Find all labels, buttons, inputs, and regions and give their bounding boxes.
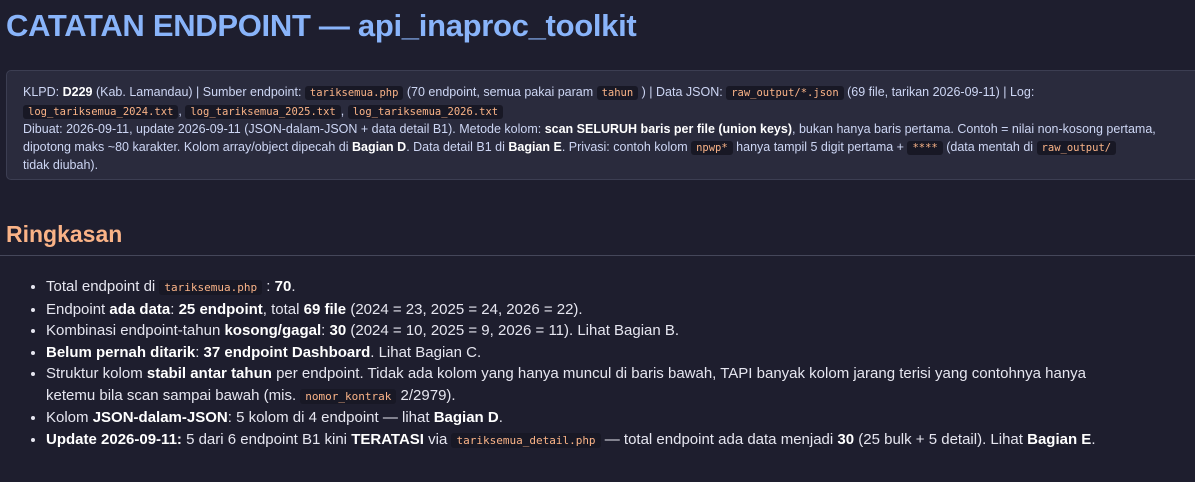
item-text: Struktur kolom	[46, 365, 147, 382]
bagian-d-ref: Bagian D	[352, 139, 407, 154]
item-bold: Bagian E	[1027, 430, 1092, 448]
item-text: 2/2979).	[396, 386, 456, 404]
mask-code: ****	[907, 140, 943, 155]
param-code: tahun	[596, 86, 639, 100]
item-text: :	[321, 322, 330, 339]
item-bold: 70	[274, 278, 292, 295]
info-line-source: KLPD: D229 (Kab. Lamandau) | Sumber endp…	[23, 84, 1195, 103]
json-desc: (69 file, tarikan 2026-09-11) | Log:	[843, 85, 1035, 99]
item-text: Kombinasi endpoint-tahun	[46, 322, 225, 339]
info-line-end: tidak diubah).	[23, 158, 99, 172]
item-text: (25 bulk + 5 detail). Lihat	[854, 430, 1028, 448]
item-text: ketemu bila scan sampai bawah (mis.	[46, 386, 301, 404]
item-bold: ada data	[109, 300, 171, 318]
item-text: : 5 kolom di 4 endpoint — lihat	[227, 409, 434, 426]
item-text: :	[170, 300, 179, 318]
log-sep: ,	[340, 103, 348, 118]
item-text: , total	[262, 300, 304, 318]
list-item: Kolom JSON-dalam-JSON: 5 kolom di 4 endp…	[46, 407, 1195, 429]
item-text: (2024 = 10, 2025 = 9, 2026 = 11). Lihat …	[346, 322, 680, 339]
summary-list: Total endpoint di tariksemua.php : 70. E…	[26, 276, 1195, 451]
npwp-code: npwp*	[691, 140, 733, 155]
item-text: .	[498, 409, 503, 426]
privacy-text: . Privasi: contoh kolom	[561, 139, 692, 154]
bagian-e-ref: Bagian E	[508, 139, 562, 154]
list-item: Endpoint ada data: 25 endpoint, total 69…	[46, 299, 1195, 321]
privacy-text: hanya tampil 5 digit pertama +	[732, 139, 908, 154]
item-bold: 69 file	[303, 300, 347, 318]
item-bold: 25 endpoint	[178, 300, 263, 318]
info-line-method: Dibuat: 2026-09-11, update 2026-09-11 (J…	[23, 121, 1195, 139]
inline-code: tariksemua.php	[159, 280, 263, 295]
item-text: :	[195, 343, 204, 361]
item-bold: stabil antar tahun	[146, 365, 272, 382]
klpd-code: D229	[62, 85, 93, 99]
source-file-code: tariksemua.php	[304, 86, 404, 100]
item-bold: Bagian D	[433, 409, 499, 426]
klpd-label: KLPD:	[23, 85, 63, 99]
privacy-text: . Data detail B1 di	[406, 139, 509, 154]
item-bold: JSON-dalam-JSON	[92, 409, 228, 426]
source-desc: (70 endpoint, semua pakai param	[403, 85, 597, 99]
item-text: (2024 = 23, 2025 = 24, 2026 = 22).	[346, 300, 583, 318]
inline-code: tariksemua_detail.php	[451, 432, 601, 448]
inline-code: nomor_kontrak	[300, 388, 397, 404]
item-text: Kolom	[46, 409, 93, 426]
page-title: CATATAN ENDPOINT — api_inaproc_toolkit	[6, 8, 637, 43]
item-bold: kosong/gagal	[224, 322, 322, 339]
json-label: ) | Data JSON:	[638, 85, 727, 99]
item-text: via	[423, 430, 452, 448]
item-text: :	[262, 278, 275, 295]
item-text: Total endpoint di	[46, 278, 160, 295]
item-bold: 37 endpoint Dashboard	[203, 343, 371, 361]
klpd-name: (Kab. Lamandau) | Sumber endpoint:	[92, 85, 305, 99]
item-text: per endpoint. Tidak ada kolom yang hanya…	[271, 365, 1087, 382]
item-bold: Update 2026-09-11:	[46, 430, 182, 448]
log-file-2025: log_tariksemua_2025.txt	[185, 104, 341, 119]
item-bold: Belum pernah ditarik	[46, 343, 196, 361]
info-box: KLPD: D229 (Kab. Lamandau) | Sumber endp…	[6, 70, 1195, 180]
info-line-privacy: dipotong maks ~80 karakter. Kolom array/…	[23, 139, 1195, 158]
item-text: .	[1091, 430, 1096, 448]
log-file-2026: log_tariksemua_2026.txt	[347, 104, 504, 119]
item-text: Endpoint	[46, 300, 110, 318]
section-divider	[0, 255, 1195, 256]
item-text: 5 dari 6 endpoint B1 kini	[181, 430, 352, 448]
method-text-end: , bukan hanya baris pertama. Contoh = ni…	[792, 122, 1156, 136]
privacy-text: dipotong maks ~80 karakter. Kolom array/…	[23, 139, 353, 154]
item-bold: 30	[837, 430, 855, 448]
method-bold: scan SELURUH baris per file (union keys)	[544, 122, 792, 136]
item-bold: 30	[329, 322, 347, 339]
info-line-logs: log_tariksemua_2024.txt, log_tariksemua_…	[23, 103, 1195, 122]
list-item: Struktur kolom stabil antar tahun per en…	[46, 363, 1195, 407]
privacy-text: (data mentah di	[942, 139, 1037, 154]
section-title-ringkasan: Ringkasan	[6, 221, 123, 247]
raw-output-code: raw_output/	[1036, 140, 1117, 155]
item-bold: TERATASI	[351, 430, 424, 448]
method-text: Dibuat: 2026-09-11, update 2026-09-11 (J…	[23, 122, 545, 136]
list-item: Kombinasi endpoint-tahun kosong/gagal: 3…	[46, 320, 1195, 342]
list-item: Update 2026-09-11: 5 dari 6 endpoint B1 …	[46, 429, 1195, 452]
item-text: . Lihat Bagian C.	[370, 343, 482, 361]
json-path-code: raw_output/*.json	[726, 86, 844, 100]
item-text: — total endpoint ada data menjadi	[600, 430, 838, 448]
list-item: Total endpoint di tariksemua.php : 70.	[46, 276, 1195, 299]
list-item: Belum pernah ditarik: 37 endpoint Dashbo…	[46, 342, 1195, 364]
log-file-2024: log_tariksemua_2024.txt	[23, 104, 179, 119]
item-text: .	[291, 278, 296, 295]
